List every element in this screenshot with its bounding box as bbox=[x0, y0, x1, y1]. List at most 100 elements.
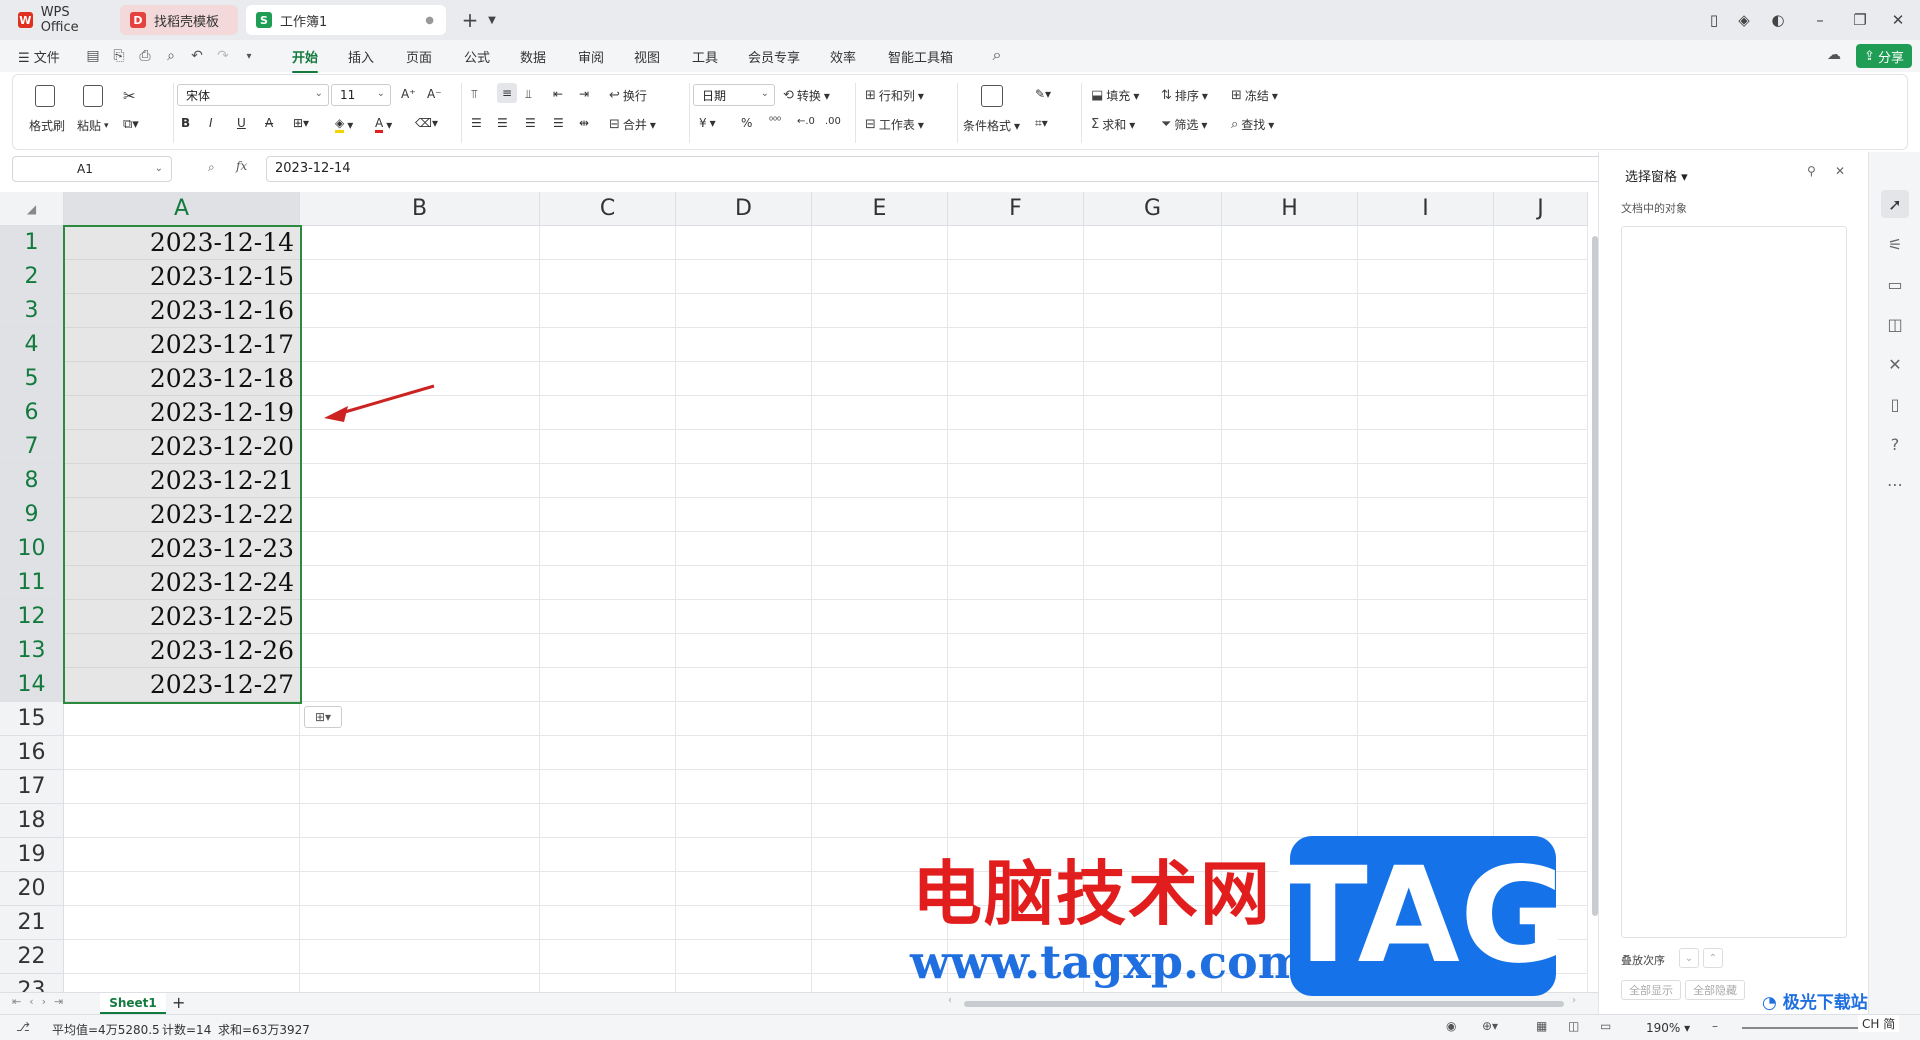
normal-view-icon[interactable]: ▦ bbox=[1536, 1019, 1547, 1033]
grid-cell[interactable] bbox=[812, 770, 948, 804]
grid-cell[interactable] bbox=[1494, 532, 1588, 566]
row-header-16[interactable]: 16 bbox=[0, 736, 64, 770]
grid-cell[interactable] bbox=[1494, 600, 1588, 634]
cell-a7[interactable]: 2023-12-20 bbox=[64, 430, 300, 464]
grid-cell[interactable] bbox=[1358, 226, 1494, 260]
grid-cell[interactable] bbox=[1084, 362, 1222, 396]
grid-cell[interactable] bbox=[1358, 634, 1494, 668]
avatar[interactable]: ◐ bbox=[1764, 8, 1792, 32]
settings-sliders-icon[interactable]: ⚟ bbox=[1881, 230, 1909, 258]
grid-cell[interactable] bbox=[300, 668, 540, 702]
grid-cell[interactable] bbox=[540, 396, 676, 430]
cell-style-icon[interactable]: ✎▾ bbox=[1035, 87, 1051, 101]
grid-cell[interactable] bbox=[540, 838, 676, 872]
grid-cell[interactable] bbox=[948, 668, 1084, 702]
grid-cell[interactable] bbox=[676, 702, 812, 736]
zoom-out-icon[interactable]: – bbox=[1712, 1019, 1718, 1033]
grid-cell[interactable] bbox=[1222, 532, 1358, 566]
menu-item-4[interactable]: 数据 bbox=[520, 47, 546, 66]
grid-cell[interactable] bbox=[948, 294, 1084, 328]
grid-cell[interactable] bbox=[540, 498, 676, 532]
grid-cell[interactable] bbox=[540, 634, 676, 668]
grid-cell[interactable] bbox=[1084, 294, 1222, 328]
grid-cell[interactable] bbox=[540, 532, 676, 566]
column-header-e[interactable]: E bbox=[812, 192, 948, 226]
grid-cell[interactable] bbox=[64, 736, 300, 770]
select-all-corner[interactable]: ◢ bbox=[0, 192, 64, 226]
row-header-1[interactable]: 1 bbox=[0, 226, 64, 260]
justify-icon[interactable]: ☰ bbox=[553, 116, 564, 130]
cell-a13[interactable]: 2023-12-26 bbox=[64, 634, 300, 668]
preview-icon[interactable]: ⌕ bbox=[162, 47, 180, 65]
grid-cell[interactable] bbox=[1358, 532, 1494, 566]
cell-a3[interactable]: 2023-12-16 bbox=[64, 294, 300, 328]
grid-cell[interactable] bbox=[300, 634, 540, 668]
underline-button[interactable]: U bbox=[237, 116, 246, 130]
outdent-icon[interactable]: ⇤ bbox=[553, 87, 563, 101]
row-header-10[interactable]: 10 bbox=[0, 532, 64, 566]
undo-icon[interactable]: ↶ bbox=[188, 47, 206, 65]
grid-cell[interactable] bbox=[948, 498, 1084, 532]
grid-cell[interactable] bbox=[948, 566, 1084, 600]
grid-cell[interactable] bbox=[1494, 498, 1588, 532]
eraser-icon[interactable]: ⌫▾ bbox=[415, 116, 438, 130]
grid-cell[interactable] bbox=[948, 260, 1084, 294]
grid-cell[interactable] bbox=[948, 396, 1084, 430]
grid-cell[interactable] bbox=[812, 260, 948, 294]
grid-cell[interactable] bbox=[1494, 294, 1588, 328]
grid-cell[interactable] bbox=[1084, 702, 1222, 736]
grid-cell[interactable] bbox=[948, 804, 1084, 838]
help-icon[interactable]: ? bbox=[1881, 430, 1909, 458]
grid-cell[interactable] bbox=[948, 226, 1084, 260]
menu-item-10[interactable]: 智能工具箱 bbox=[888, 47, 953, 66]
grid-cell[interactable] bbox=[540, 260, 676, 294]
italic-button[interactable]: I bbox=[209, 116, 213, 130]
horizontal-scrollbar[interactable] bbox=[964, 1001, 1564, 1007]
grid-cell[interactable] bbox=[676, 498, 812, 532]
grid-cell[interactable] bbox=[1358, 600, 1494, 634]
grid-cell[interactable] bbox=[676, 600, 812, 634]
cut-icon[interactable]: ✂ bbox=[123, 87, 136, 105]
grid-cell[interactable] bbox=[676, 226, 812, 260]
pane-title[interactable]: 选择窗格 ▾ bbox=[1625, 166, 1688, 185]
minimize-icon[interactable]: – bbox=[1806, 8, 1834, 32]
grid-cell[interactable] bbox=[1084, 328, 1222, 362]
sum-button[interactable]: Σ 求和 ▾ bbox=[1091, 116, 1135, 133]
fill-button[interactable]: ⬓ 填充 ▾ bbox=[1091, 87, 1139, 104]
grid-cell[interactable] bbox=[948, 736, 1084, 770]
row-header-23[interactable]: 23 bbox=[0, 974, 64, 992]
row-header-4[interactable]: 4 bbox=[0, 328, 64, 362]
grid-cell[interactable] bbox=[540, 770, 676, 804]
print-icon[interactable]: ⎙ bbox=[136, 47, 154, 65]
grid-cell[interactable] bbox=[812, 668, 948, 702]
zoom-slider[interactable] bbox=[1742, 1027, 1862, 1029]
grid-cell[interactable] bbox=[1494, 260, 1588, 294]
cell-a11[interactable]: 2023-12-24 bbox=[64, 566, 300, 600]
grid-cell[interactable] bbox=[1494, 396, 1588, 430]
row-header-19[interactable]: 19 bbox=[0, 838, 64, 872]
border-icon[interactable]: ⊞▾ bbox=[293, 116, 309, 130]
menu-item-7[interactable]: 工具 bbox=[692, 47, 718, 66]
grid-cell[interactable] bbox=[300, 872, 540, 906]
grid-cell[interactable] bbox=[676, 464, 812, 498]
grid-cell[interactable] bbox=[540, 668, 676, 702]
bold-button[interactable]: B bbox=[181, 116, 190, 130]
grid-cell[interactable] bbox=[1494, 634, 1588, 668]
fx-icon[interactable]: fx bbox=[236, 159, 247, 173]
row-header-15[interactable]: 15 bbox=[0, 702, 64, 736]
grid-cell[interactable] bbox=[812, 736, 948, 770]
cube-icon[interactable]: ◈ bbox=[1730, 8, 1758, 32]
font-color-icon[interactable]: A ▾ bbox=[375, 116, 392, 133]
grid-cell[interactable] bbox=[1358, 430, 1494, 464]
grid-cell[interactable] bbox=[1084, 532, 1222, 566]
grid-cell[interactable] bbox=[812, 294, 948, 328]
grid-cell[interactable] bbox=[1222, 736, 1358, 770]
show-all-button[interactable]: 全部显示 bbox=[1621, 980, 1681, 1000]
quick-analysis-icon[interactable]: ⊞▾ bbox=[304, 706, 342, 728]
grid-cell[interactable] bbox=[1084, 770, 1222, 804]
eye-icon[interactable]: ◉ bbox=[1446, 1019, 1456, 1033]
search-icon[interactable]: ⌕ bbox=[988, 45, 1006, 64]
grid-cell[interactable] bbox=[300, 328, 540, 362]
name-box[interactable]: A1 ⌄ bbox=[12, 156, 172, 182]
grid-cell[interactable] bbox=[676, 804, 812, 838]
